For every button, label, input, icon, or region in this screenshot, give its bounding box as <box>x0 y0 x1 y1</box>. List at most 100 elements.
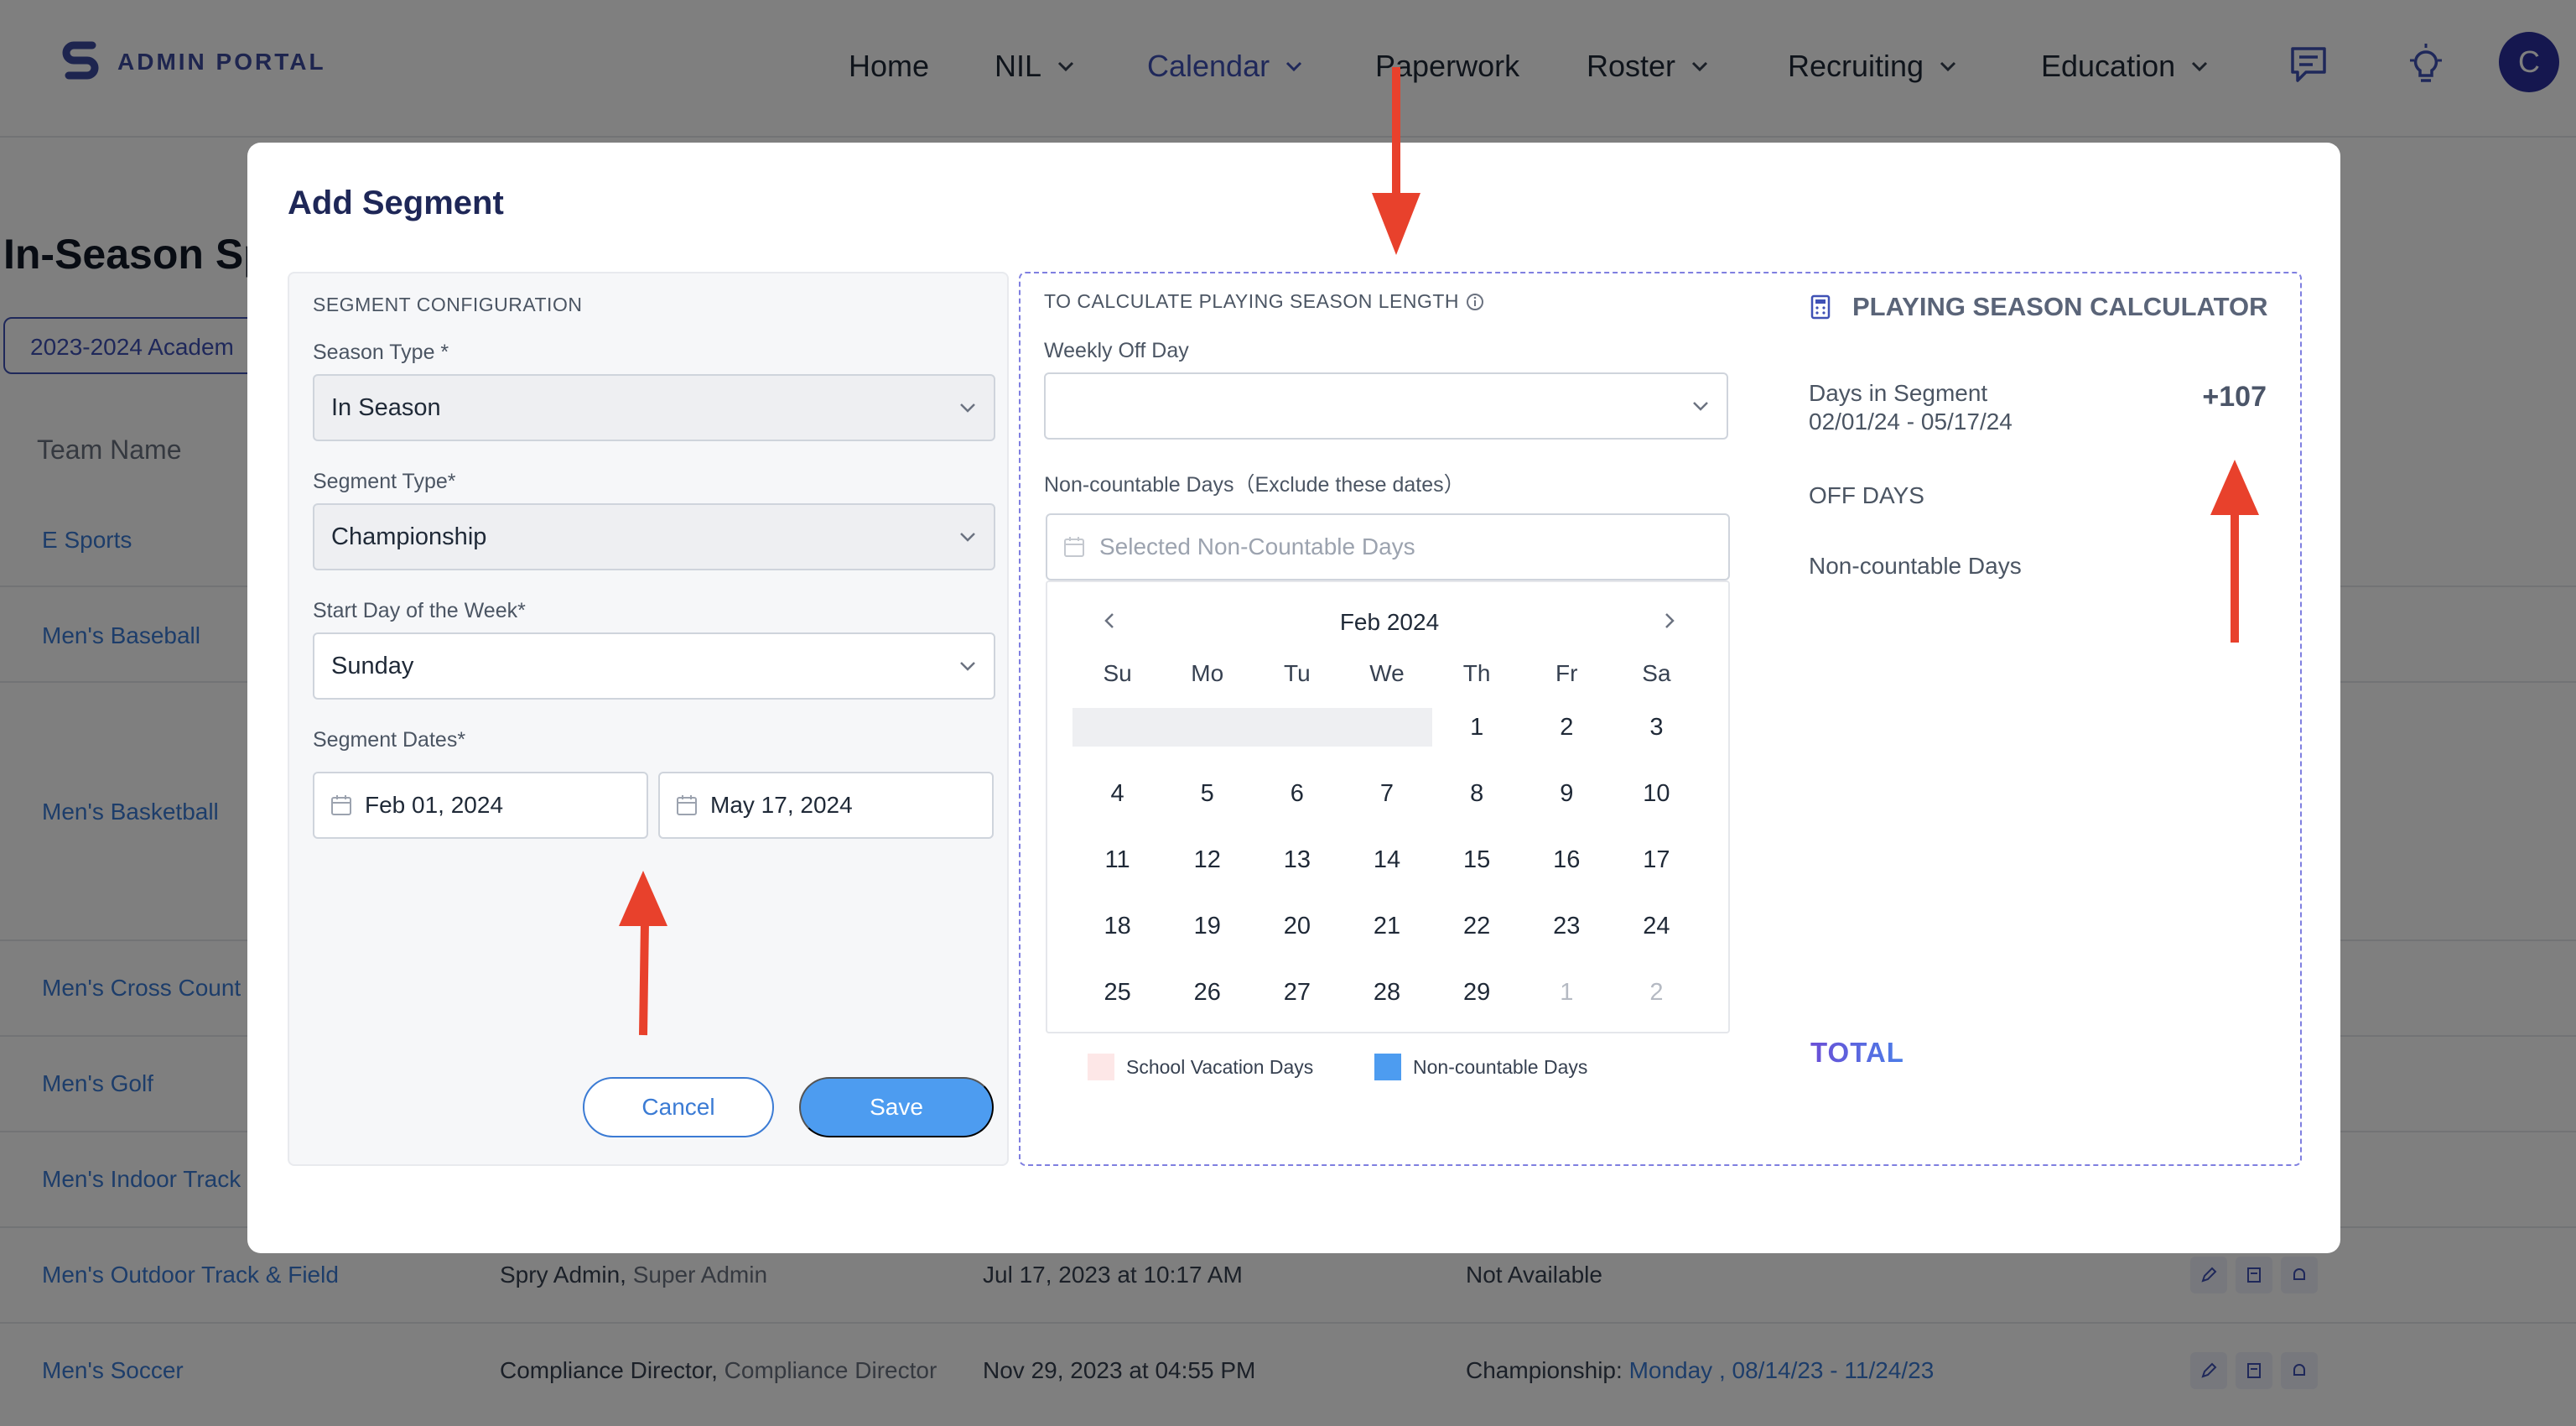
calendar-empty-cell <box>1342 708 1432 747</box>
calendar-day[interactable]: 18 <box>1072 893 1162 960</box>
calendar-empty-cell <box>1072 708 1163 747</box>
season-length-panel: TO CALCULATE PLAYING SEASON LENGTH Weekl… <box>1019 272 2302 1166</box>
calendar-day[interactable]: 22 <box>1432 893 1522 960</box>
days-in-segment-range: 02/01/24 - 05/17/24 <box>1809 409 2012 435</box>
calendar-icon <box>1064 537 1084 557</box>
weekday-header: Su <box>1103 660 1132 686</box>
start-date-value: Feb 01, 2024 <box>365 792 504 818</box>
days-in-segment: Days in Segment 02/01/24 - 05/17/24 <box>1809 379 2012 436</box>
section-title: SEGMENT CONFIGURATION <box>313 294 583 315</box>
calendar-day[interactable]: 24 <box>1612 893 1701 960</box>
calendar-day[interactable]: 20 <box>1252 893 1342 960</box>
calendar-day[interactable]: 1 <box>1522 960 1612 1026</box>
season-type-value: In Season <box>331 393 441 421</box>
calendar-day[interactable]: 11 <box>1072 827 1162 893</box>
calendar-day[interactable]: 21 <box>1342 893 1431 960</box>
weekday-header: Tu <box>1284 660 1311 686</box>
cancel-button[interactable]: Cancel <box>583 1077 774 1137</box>
calendar-day[interactable]: 15 <box>1432 827 1522 893</box>
calendar-empty-cell <box>1162 708 1253 747</box>
segment-dates-label: Segment Dates* <box>313 728 466 752</box>
segment-type-value: Championship <box>331 523 487 550</box>
modal-title: Add Segment <box>288 185 504 221</box>
calendar-month: Feb 2024 <box>1339 609 1440 635</box>
weekday-header: Mo <box>1191 660 1224 686</box>
weekday-header: Th <box>1462 660 1491 686</box>
segment-type-select[interactable]: Championship <box>313 503 995 570</box>
calculator-noncountable-label: Non-countable Days <box>1809 553 2022 579</box>
start-day-select[interactable]: Sunday <box>313 632 995 700</box>
weekly-off-day-label: Weekly Off Day <box>1044 339 1189 362</box>
save-button[interactable]: Save <box>799 1077 994 1137</box>
legend-swatch <box>1088 1054 1114 1080</box>
calendar-day[interactable]: 25 <box>1072 960 1162 1026</box>
calculator-title: PLAYING SEASON CALCULATOR <box>1810 292 2267 322</box>
days-in-segment-value: +107 <box>2202 381 2267 413</box>
weekday-header: Fr <box>1555 660 1578 686</box>
off-days-label: OFF DAYS <box>1809 482 1924 508</box>
info-icon[interactable] <box>1466 293 1484 311</box>
calendar-day[interactable]: 9 <box>1522 761 1612 827</box>
calendar-day[interactable]: 14 <box>1342 827 1431 893</box>
chevron-right-icon[interactable] <box>1658 609 1681 632</box>
calendar-day[interactable]: 7 <box>1342 761 1431 827</box>
calendar-day[interactable]: 27 <box>1252 960 1342 1026</box>
calendar-day[interactable]: 6 <box>1252 761 1342 827</box>
start-date-input[interactable]: Feb 01, 2024 <box>313 772 648 839</box>
season-length-title: TO CALCULATE PLAYING SEASON LENGTH <box>1044 290 1484 313</box>
annotation-arrow-down <box>1372 67 1420 255</box>
legend-swatch <box>1374 1054 1401 1080</box>
calendar-day[interactable]: 16 <box>1522 827 1612 893</box>
add-segment-modal: Add Segment SEGMENT CONFIGURATION Season… <box>247 143 2340 1253</box>
weekday-header: We <box>1369 660 1405 686</box>
date-picker-calendar: Feb 2024 Su Mo Tu We Th Fr Sa 1 2 3 4 5 6 7 8 9 10 11 12 13… <box>1046 580 1730 1033</box>
days-in-segment-label: Days in Segment <box>1809 380 1988 406</box>
segment-type-label: Segment Type* <box>313 470 456 493</box>
calendar-grid: Su Mo Tu We Th Fr Sa 1 2 3 4 5 6 7 8 9 10 11 12 13 14 15 16 17 1… <box>1072 653 1701 1026</box>
chevron-down-icon <box>960 662 975 671</box>
calendar-icon <box>331 795 351 815</box>
calendar-day[interactable]: 17 <box>1612 827 1701 893</box>
annotation-arrow-up <box>619 871 667 1036</box>
legend-label: Non-countable Days <box>1413 1055 1588 1078</box>
calendar-day[interactable]: 29 <box>1432 960 1522 1026</box>
chevron-down-icon <box>1693 402 1708 411</box>
calendar-day[interactable]: 28 <box>1342 960 1431 1026</box>
calendar-day[interactable]: 23 <box>1522 893 1612 960</box>
calendar-day[interactable]: 13 <box>1252 827 1342 893</box>
season-type-select[interactable]: In Season <box>313 374 995 441</box>
noncountable-days-placeholder: Selected Non-Countable Days <box>1099 533 1415 559</box>
total-label: TOTAL <box>1810 1037 1904 1068</box>
calendar-day[interactable]: 3 <box>1612 695 1701 761</box>
weekly-off-day-select[interactable] <box>1044 372 1728 440</box>
calendar-day[interactable]: 26 <box>1162 960 1252 1026</box>
season-type-label: Season Type * <box>313 341 449 364</box>
chevron-down-icon <box>960 533 975 542</box>
noncountable-days-input[interactable]: Selected Non-Countable Days <box>1046 513 1730 580</box>
calculator-icon <box>1810 294 1831 320</box>
calendar-day[interactable]: 1 <box>1432 695 1522 761</box>
calendar-day[interactable]: 5 <box>1162 761 1252 827</box>
noncountable-days-label: Non-countable Days（Exclude these dates） <box>1044 473 1465 497</box>
calculator-title-text: PLAYING SEASON CALCULATOR <box>1852 292 2268 321</box>
start-day-label: Start Day of the Week* <box>313 599 526 622</box>
calendar-day[interactable]: 2 <box>1612 960 1701 1026</box>
legend-item: School Vacation Days <box>1088 1054 1313 1080</box>
legend-item: Non-countable Days <box>1374 1054 1587 1080</box>
calendar-day[interactable]: 12 <box>1162 827 1252 893</box>
calendar-empty-cell <box>1252 708 1343 747</box>
start-day-value: Sunday <box>331 652 414 679</box>
chevron-down-icon <box>960 403 975 413</box>
end-date-input[interactable]: May 17, 2024 <box>658 772 994 839</box>
annotation-arrow-up <box>2210 460 2259 643</box>
weekday-header: Sa <box>1642 660 1671 686</box>
calendar-day[interactable]: 8 <box>1432 761 1522 827</box>
calendar-icon <box>677 795 697 815</box>
season-length-title-text: TO CALCULATE PLAYING SEASON LENGTH <box>1044 290 1460 312</box>
legend-label: School Vacation Days <box>1126 1055 1314 1078</box>
calendar-day[interactable]: 4 <box>1072 761 1162 827</box>
calendar-day[interactable]: 19 <box>1162 893 1252 960</box>
calendar-day[interactable]: 10 <box>1612 761 1701 827</box>
calendar-day[interactable]: 2 <box>1522 695 1612 761</box>
end-date-value: May 17, 2024 <box>710 792 853 818</box>
